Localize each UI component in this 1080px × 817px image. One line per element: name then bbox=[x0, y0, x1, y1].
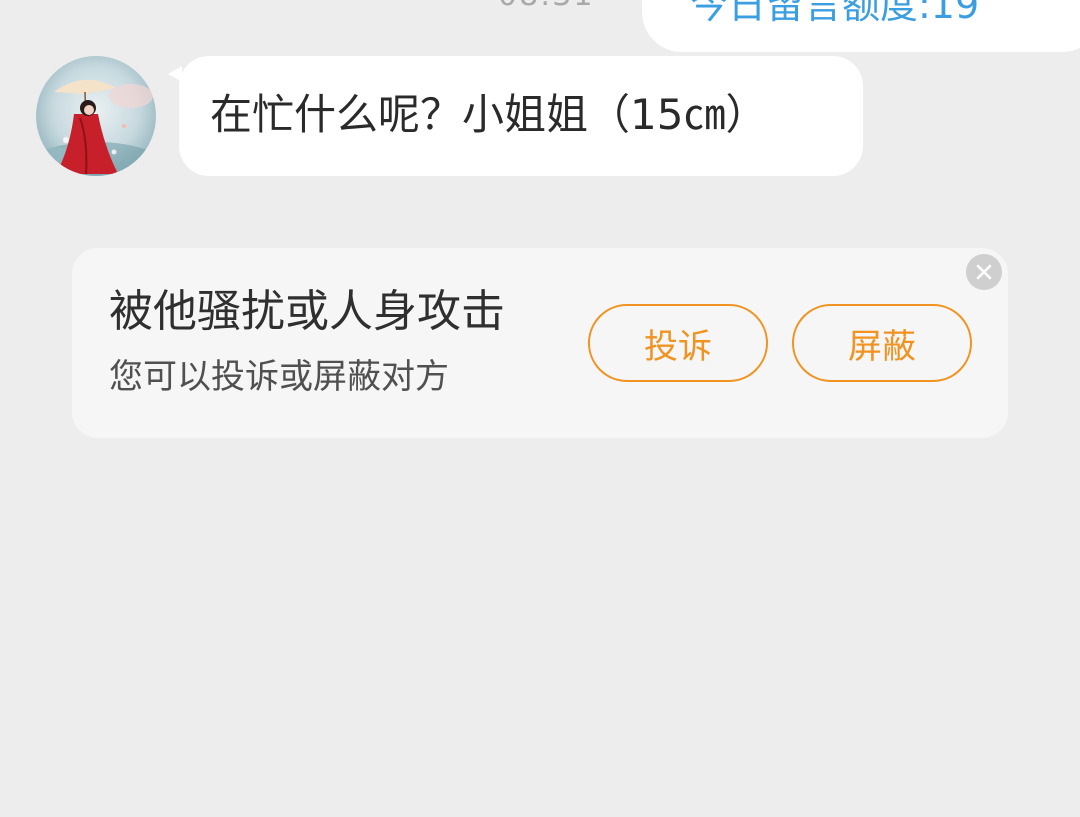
avatar-image bbox=[36, 56, 156, 176]
report-card-subtitle: 您可以投诉或屏蔽对方 bbox=[109, 357, 449, 397]
report-card-title: 被他骚扰或人身攻击 bbox=[109, 286, 505, 337]
harassment-report-card: 被他骚扰或人身攻击 您可以投诉或屏蔽对方 投诉 屏蔽 bbox=[72, 248, 1008, 438]
quota-text: 今日留言额度:19 bbox=[690, 0, 980, 27]
report-button[interactable]: 投诉 bbox=[588, 304, 768, 382]
block-button[interactable]: 屏蔽 bbox=[792, 304, 972, 382]
message-text: 在忙什么呢？小姐姐（15㎝） bbox=[210, 90, 768, 139]
message-bubble[interactable]: 在忙什么呢？小姐姐（15㎝） bbox=[179, 56, 863, 176]
avatar[interactable] bbox=[36, 56, 156, 176]
quota-bubble: 今日留言额度:19 bbox=[642, 0, 1080, 52]
message-timestamp: 08:31 bbox=[498, 0, 594, 13]
close-icon bbox=[976, 264, 992, 280]
close-button[interactable] bbox=[966, 254, 1002, 290]
